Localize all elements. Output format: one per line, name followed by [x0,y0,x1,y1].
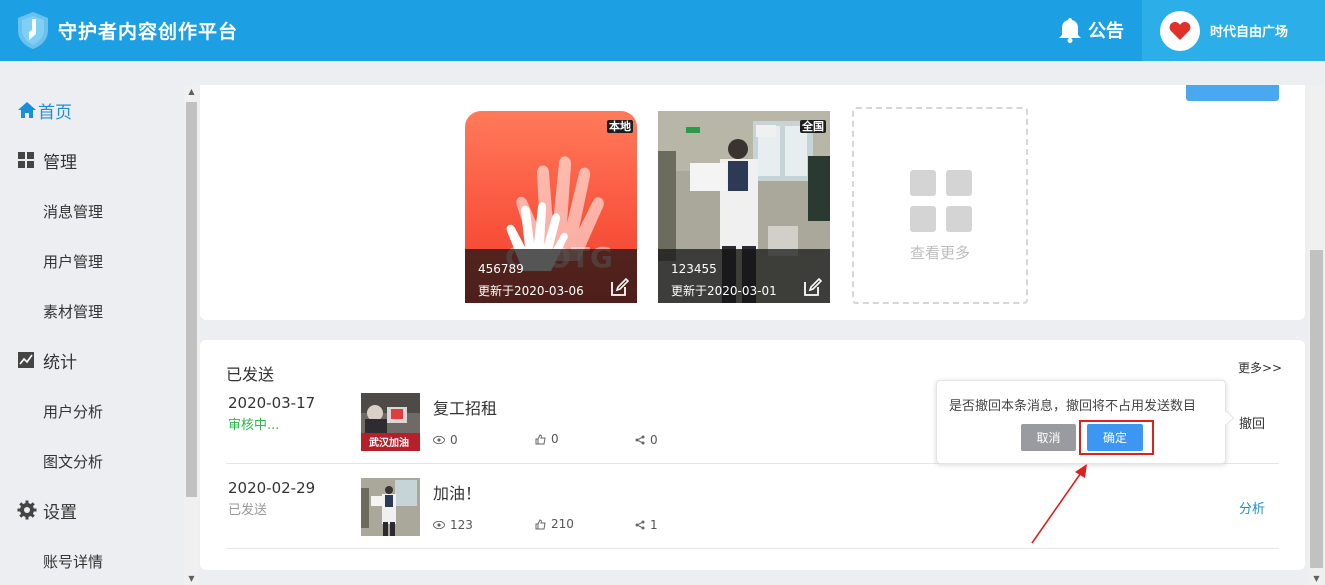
scroll-down-arrow-icon[interactable]: ▼ [184,573,199,585]
shares-count: 0 [650,433,658,447]
user-menu[interactable]: 时代自由广场 [1142,0,1325,61]
annotation-highlight-box [1079,420,1154,455]
main-scroll-thumb[interactable] [1310,250,1323,568]
region-tag: 全国 [800,120,826,133]
edit-icon[interactable] [802,277,822,297]
article-thumbnail[interactable]: 武汉加油 [361,393,420,451]
notice-label: 公告 [1088,21,1124,42]
eye-icon [433,436,445,444]
grid-icon [910,170,972,232]
edit-icon[interactable] [609,277,629,297]
thumbnail-caption: 武汉加油 [369,436,409,449]
more-link[interactable]: 更多>> [1238,359,1282,376]
sidebar-item-stats[interactable]: 统计 [0,348,184,373]
content-top-edge [200,61,1308,85]
top-header: 守护者内容创作平台 公告 时代自由广场 [0,0,1325,61]
thumbnail-image: 武汉加油 [361,393,420,451]
withdraw-button[interactable]: 撤回 [1239,413,1265,432]
heart-icon [1169,21,1191,40]
gear-icon [17,500,37,520]
article-title[interactable]: 复工招租 [433,395,497,419]
shares-count: 1 [650,518,658,532]
thumbs-up-icon [535,433,546,444]
view-more-tile[interactable]: 查看更多 [852,107,1028,304]
tile-info-overlay: 123455 更新于2020-03-01 [658,249,830,303]
material-id: 123455 [671,262,717,276]
scroll-up-arrow-icon[interactable]: ▲ [184,86,199,98]
region-tag: 本地 [607,120,633,133]
likes-stat: 210 [535,517,574,531]
sidebar-scroll-thumb[interactable] [186,102,197,497]
row-divider [226,548,1279,549]
thumbs-up-icon [535,518,546,529]
views-count: 123 [450,518,473,532]
share-icon [635,435,645,445]
sidebar-item-materials[interactable]: 素材管理 [43,301,103,322]
thumbnail-image [361,478,420,536]
likes-count: 210 [551,517,574,531]
sidebar-item-users[interactable]: 用户管理 [43,251,103,272]
shares-stat: 0 [635,433,658,447]
home-icon [18,102,36,118]
avatar [1160,10,1200,51]
chart-icon [18,352,34,368]
eye-icon [433,521,445,529]
grid-icon [18,152,34,168]
views-stat: 0 [433,433,458,447]
sidebar-item-home[interactable]: 首页 [0,98,184,123]
scroll-down-arrow-icon[interactable]: ▼ [1309,573,1324,585]
article-thumbnail[interactable] [361,478,420,536]
status-badge: 已发送 [228,503,268,518]
material-tile[interactable]: CROTG 本地 456789 更新于2020-03-06 [465,111,637,303]
sidebar-item-label: 设置 [43,502,77,523]
sidebar-item-label: 管理 [43,152,77,173]
sidebar-item-manage[interactable]: 管理 [0,148,184,173]
status-badge: 审核中... [228,418,280,433]
sidebar-item-label: 首页 [38,102,72,123]
popover-message: 是否撤回本条消息，撤回将不占用发送数目 [949,399,1197,414]
sidebar-item-account[interactable]: 账号详情 [43,551,103,572]
views-stat: 123 [433,518,473,532]
row-date: 2020-03-17 [228,394,316,412]
views-count: 0 [450,433,458,447]
material-updated: 更新于2020-03-01 [671,284,777,298]
material-updated: 更新于2020-03-06 [478,284,584,298]
likes-stat: 0 [535,432,559,446]
sidebar-item-settings[interactable]: 设置 [0,498,184,523]
view-more-label: 查看更多 [909,244,970,262]
shield-logo-icon [18,12,48,49]
share-icon [635,520,645,530]
row-date: 2020-02-29 [228,479,316,497]
tile-info-overlay: 456789 更新于2020-03-06 [465,249,637,303]
cancel-button[interactable]: 取消 [1021,424,1076,451]
user-name: 时代自由广场 [1210,25,1289,40]
bell-icon [1059,18,1081,43]
section-title: 已发送 [226,365,275,384]
material-id: 456789 [478,262,524,276]
article-title[interactable]: 加油！ [433,480,481,504]
sidebar-item-article-analysis[interactable]: 图文分析 [43,451,103,472]
analyze-link[interactable]: 分析 [1239,498,1265,517]
shares-stat: 1 [635,518,658,532]
likes-count: 0 [551,432,559,446]
sidebar-item-user-analysis[interactable]: 用户分析 [43,401,103,422]
annotation-arrow-icon [1031,464,1087,544]
sidebar-item-messages[interactable]: 消息管理 [43,201,103,222]
material-tile[interactable]: 全国 123455 更新于2020-03-01 [658,111,830,303]
sidebar-item-label: 统计 [43,352,77,373]
notice-button[interactable]: 公告 [1058,15,1124,45]
app-title: 守护者内容创作平台 [58,21,239,43]
